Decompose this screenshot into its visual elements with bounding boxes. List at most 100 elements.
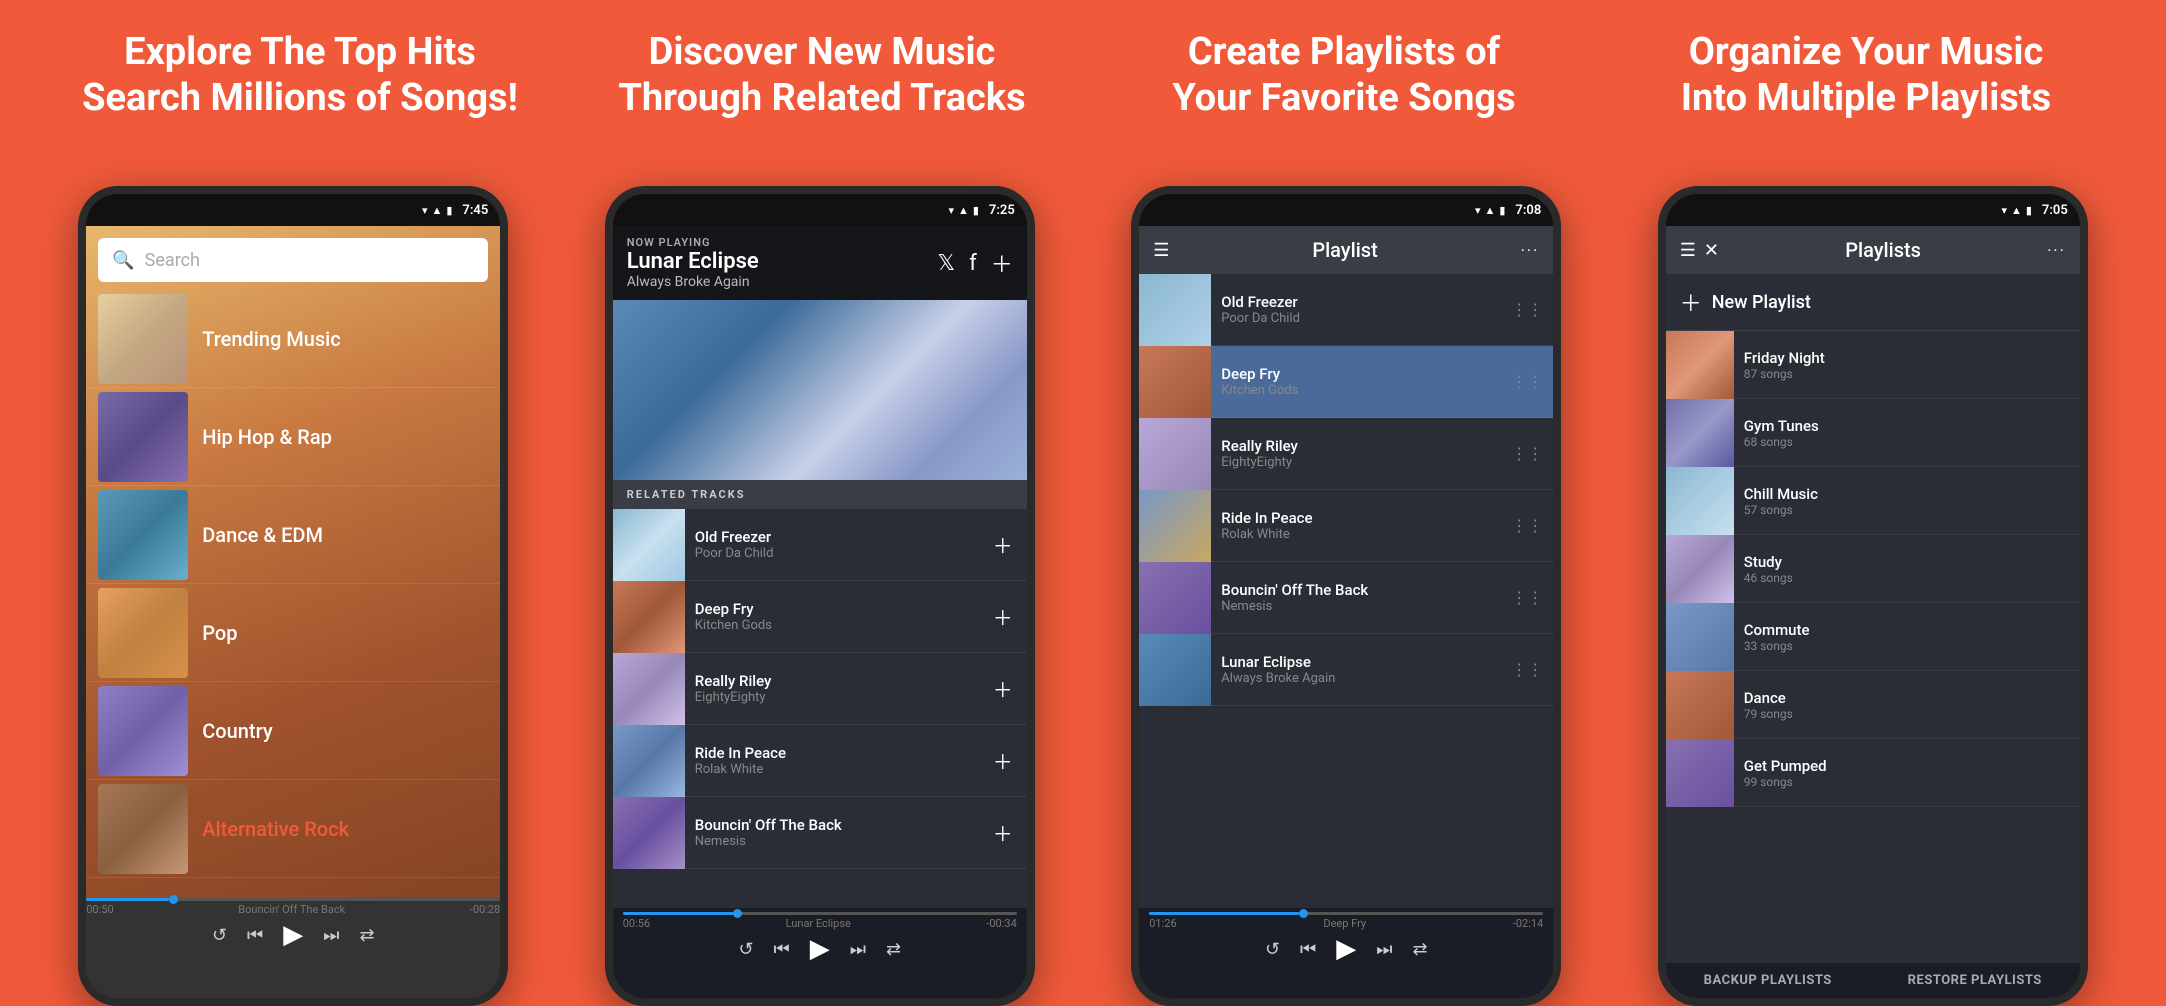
playlist-track-list: Old Freezer Poor Da Child ⋮⋮ Deep Fry Ki… [1139,274,1553,908]
progress-bar-1[interactable] [86,898,500,901]
related-tracks-header: RELATED TRACKS [613,480,1027,509]
signal-icon-4: ▲ [2011,204,2022,217]
share-plus-icon[interactable]: ＋ [991,247,1013,279]
pl-list-item-2[interactable]: Chill Music 57 songs [1666,467,2080,535]
pl-list-item-0[interactable]: Friday Night 87 songs [1666,331,2080,399]
progress-fill-1 [86,898,169,901]
genre-thumb-dance [98,490,188,580]
signal-icon-3: ▲ [1484,204,1495,217]
pl-track-dots-4[interactable]: ⋮⋮ [1501,588,1553,607]
genre-item-trending[interactable]: Trending Music [86,290,500,388]
track-add-2[interactable]: ＋ [979,674,1027,703]
shuffle-icon-3[interactable]: ↺ [1265,939,1280,960]
track-item-4[interactable]: Bouncin' Off The Back Nemesis ＋ [613,797,1027,869]
prev-icon-3[interactable]: ⏮ [1300,939,1316,960]
pl-list-info-6: Get Pumped 99 songs [1734,757,2080,789]
track-item-3[interactable]: Ride In Peace Rolak White ＋ [613,725,1027,797]
new-playlist-row[interactable]: ＋ New Playlist [1666,274,2080,331]
status-time-4: 7:05 [2042,203,2068,218]
pl-track-dots-0[interactable]: ⋮⋮ [1501,300,1553,319]
more-options-icon-4[interactable]: ··· [2047,241,2066,260]
genre-item-dance[interactable]: Dance & EDM [86,486,500,584]
pl-list-count-5: 79 songs [1744,707,2070,721]
pl-list-thumb-0 [1666,331,1734,399]
track-add-3[interactable]: ＋ [979,746,1027,775]
menu-icon-4[interactable]: ☰ [1680,240,1696,261]
pl-track-dots-2[interactable]: ⋮⋮ [1501,444,1553,463]
pl-list-item-5[interactable]: Dance 79 songs [1666,671,2080,739]
backup-playlists-button[interactable]: BACKUP PLAYLISTS [1704,973,1832,988]
play-icon-1[interactable]: ▶ [283,920,303,950]
genre-thumb-pop [98,588,188,678]
social-buttons: 𝕏 f ＋ [937,247,1012,279]
pl-track-1[interactable]: Deep Fry Kitchen Gods ⋮⋮ [1139,346,1553,418]
track-add-1[interactable]: ＋ [979,602,1027,631]
pl-list-item-6[interactable]: Get Pumped 99 songs [1666,739,2080,807]
prev-icon-1[interactable]: ⏮ [247,925,263,946]
pl-track-dots-1[interactable]: ⋮⋮ [1501,372,1553,391]
player-bar-3: 01:26 Deep Fry -02:14 ↺ ⏮ ▶ ⏭ ⇄ [1139,908,1553,998]
new-playlist-plus-icon[interactable]: ＋ [1680,286,1702,318]
track-item-0[interactable]: Old Freezer Poor Da Child ＋ [613,509,1027,581]
restore-playlists-button[interactable]: RESTORE PLAYLISTS [1908,973,2042,988]
next-icon-2[interactable]: ⏭ [850,939,866,960]
facebook-icon[interactable]: f [969,251,977,276]
shuffle-icon-2[interactable]: ↺ [738,939,753,960]
twitter-icon[interactable]: 𝕏 [937,251,955,276]
random-icon-2[interactable]: ⇄ [886,939,901,960]
pl-track-dots-5[interactable]: ⋮⋮ [1501,660,1553,679]
pl-track-2[interactable]: Really Riley EightyEighty ⋮⋮ [1139,418,1553,490]
random-icon-3[interactable]: ⇄ [1412,939,1427,960]
prev-icon-2[interactable]: ⏮ [774,939,790,960]
player-controls-1: ↺ ⏮ ▶ ⏭ ⇄ [86,920,500,950]
progress-dot-3 [1299,909,1308,918]
track-title-2: Really Riley [695,672,969,690]
new-playlist-label: New Playlist [1712,292,1811,313]
track-add-0[interactable]: ＋ [979,530,1027,559]
pl-list-info-1: Gym Tunes 68 songs [1734,417,2080,449]
genre-item-country[interactable]: Country [86,682,500,780]
next-icon-3[interactable]: ⏭ [1376,939,1392,960]
header-3-line2: Your Favorite Songs [1172,76,1515,120]
close-icon-4[interactable]: ✕ [1704,240,1719,261]
pl-info-1: Deep Fry Kitchen Gods [1211,365,1501,398]
pl-list-item-3[interactable]: Study 46 songs [1666,535,2080,603]
genre-item-alt[interactable]: Alternative Rock [86,780,500,878]
genre-item-hiphop[interactable]: Hip Hop & Rap [86,388,500,486]
track-item-2[interactable]: Really Riley EightyEighty ＋ [613,653,1027,725]
more-options-icon-3[interactable]: ··· [1521,241,1540,260]
pl-list-item-4[interactable]: Commute 33 songs [1666,603,2080,671]
track-thumb-0 [613,509,685,581]
track-info-0: Old Freezer Poor Da Child [685,528,979,561]
signal-icon: ▲ [431,204,442,217]
pl-track-dots-3[interactable]: ⋮⋮ [1501,516,1553,535]
pl-info-0: Old Freezer Poor Da Child [1211,293,1501,326]
status-time-3: 7:08 [1515,203,1541,218]
track-artist-3: Rolak White [695,762,969,777]
pl-list-count-4: 33 songs [1744,639,2070,653]
pl-list-item-1[interactable]: Gym Tunes 68 songs [1666,399,2080,467]
pl-info-3: Ride In Peace Rolak White [1211,509,1501,542]
menu-icon-3[interactable]: ☰ [1153,240,1169,261]
pl-track-3[interactable]: Ride In Peace Rolak White ⋮⋮ [1139,490,1553,562]
now-playing-header: NOW PLAYING Lunar Eclipse Always Broke A… [613,226,1027,300]
play-icon-3[interactable]: ▶ [1336,934,1356,964]
genre-item-pop[interactable]: Pop [86,584,500,682]
track-item-1[interactable]: Deep Fry Kitchen Gods ＋ [613,581,1027,653]
progress-bar-2[interactable] [623,912,1017,915]
playlist-title: Playlist [1169,238,1520,262]
shuffle-icon-1[interactable]: ↺ [212,925,227,946]
random-icon-1[interactable]: ⇄ [359,925,374,946]
header-3-line1: Create Playlists of [1188,30,1500,74]
playlist-header: ☰ Playlist ··· [1139,226,1553,274]
track-add-4[interactable]: ＋ [979,818,1027,847]
play-icon-2[interactable]: ▶ [810,934,830,964]
status-time-2: 7:25 [989,203,1015,218]
progress-bar-3[interactable] [1149,912,1543,915]
pl-track-5[interactable]: Lunar Eclipse Always Broke Again ⋮⋮ [1139,634,1553,706]
next-icon-1[interactable]: ⏭ [323,925,339,946]
pl-track-0[interactable]: Old Freezer Poor Da Child ⋮⋮ [1139,274,1553,346]
pl-list-thumb-1 [1666,399,1734,467]
search-bar[interactable]: 🔍 Search [98,238,488,282]
pl-track-4[interactable]: Bouncin' Off The Back Nemesis ⋮⋮ [1139,562,1553,634]
